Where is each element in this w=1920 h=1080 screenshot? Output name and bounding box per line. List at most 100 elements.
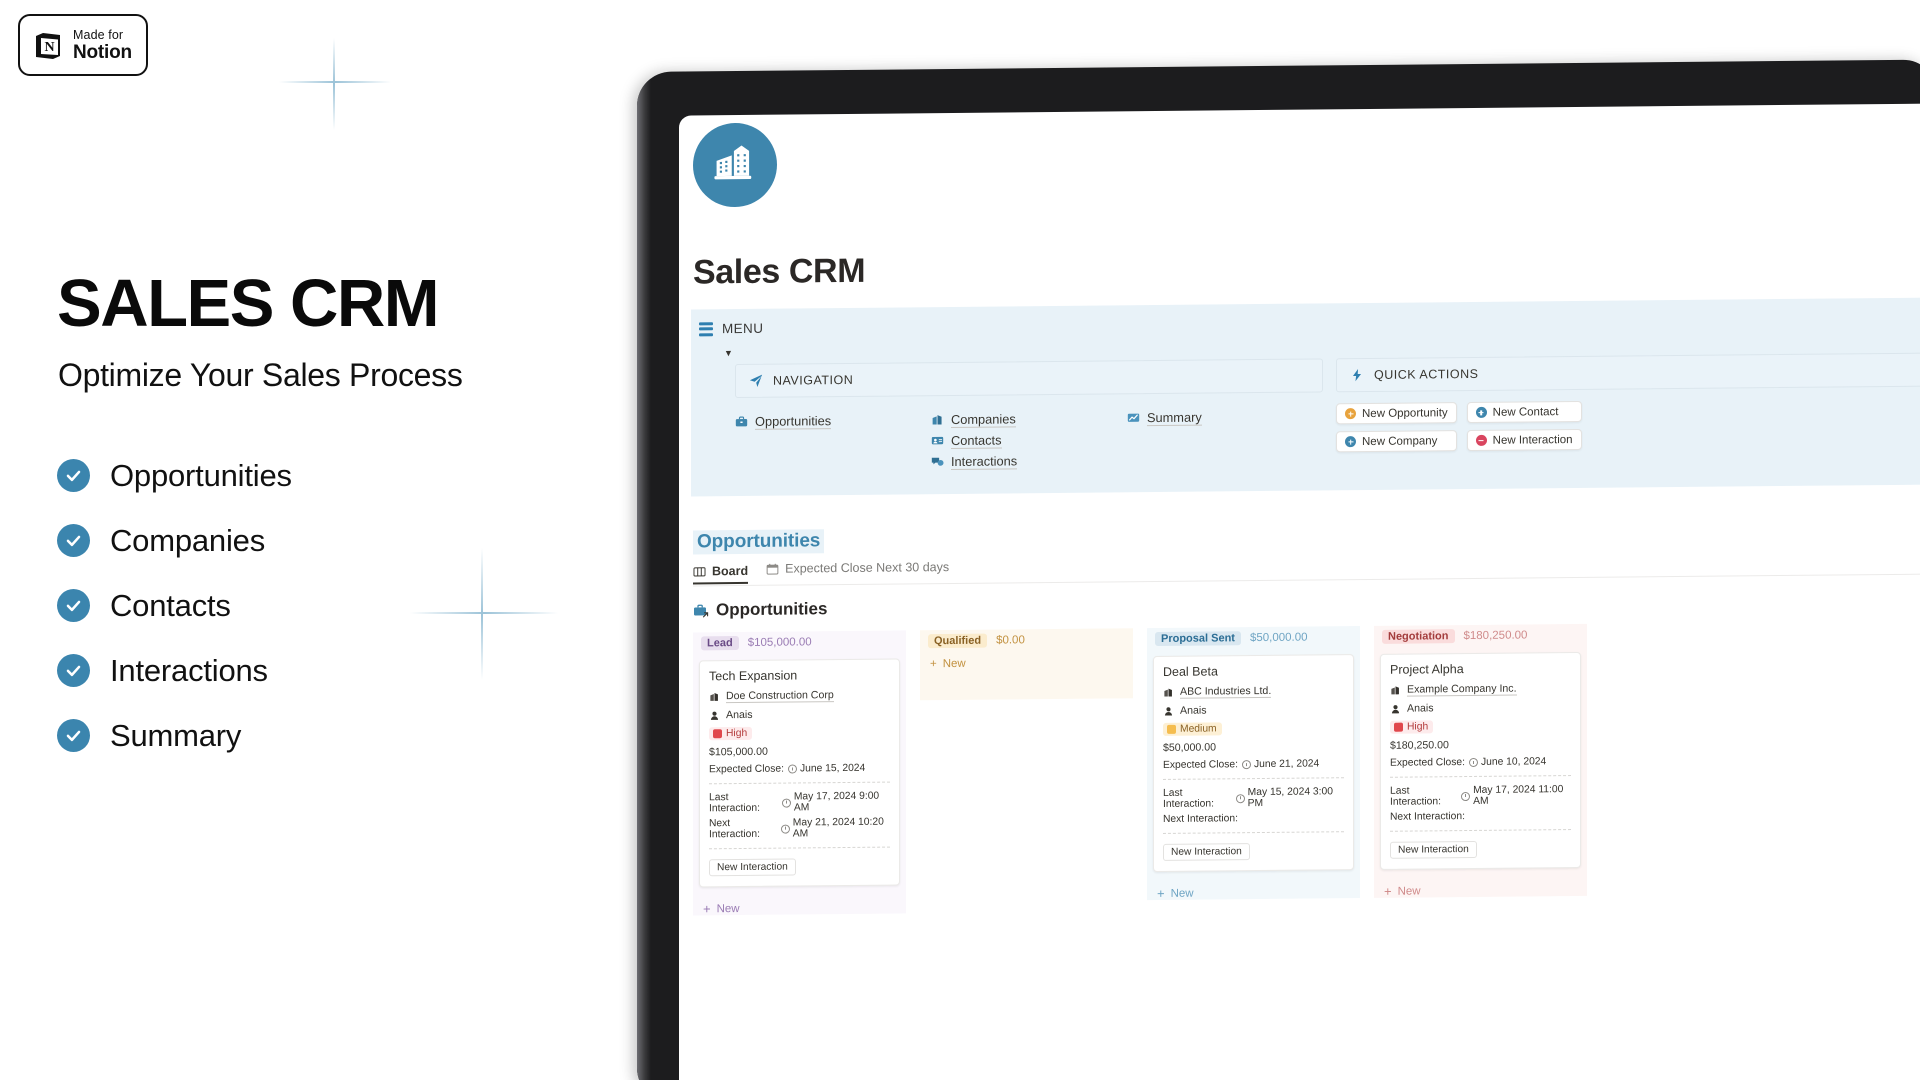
card-priority-row: Medium xyxy=(1163,721,1344,736)
clock-icon xyxy=(1468,757,1478,768)
paper-plane-icon xyxy=(749,374,763,388)
menu-callout-header: MENU xyxy=(691,310,1920,337)
card-company-row: Doe Construction Corp xyxy=(709,689,890,704)
add-card-label: New xyxy=(942,657,966,671)
new-company-button[interactable]: New Company xyxy=(1336,430,1457,453)
card-divider xyxy=(1163,831,1344,834)
office-building-icon xyxy=(932,415,942,425)
card-company: Example Company Inc. xyxy=(1407,682,1517,697)
tab-expected-close[interactable]: Expected Close Next 30 days xyxy=(766,560,949,580)
nav-group-1: Opportunities xyxy=(735,409,931,474)
nav-link-label: Contacts xyxy=(951,432,1002,449)
check-circle-icon xyxy=(57,589,90,622)
kanban-board: Lead $105,000.00 Tech Expansion Doe Cons… xyxy=(693,621,1920,916)
feature-label: Opportunities xyxy=(110,457,292,493)
card-divider xyxy=(709,846,890,850)
button-label: New Opportunity xyxy=(1362,406,1448,420)
field-value: May 21, 2024 10:20 AM xyxy=(792,816,884,840)
priority-badge: High xyxy=(709,726,753,741)
card-divider xyxy=(1163,777,1344,780)
office-building-icon xyxy=(710,692,718,701)
page-title: SALES CRM xyxy=(57,266,440,341)
column-body: Deal Beta ABC Industries Ltd. Anais Medi… xyxy=(1147,648,1360,880)
clock-icon xyxy=(780,824,790,834)
notion-page: Sales CRM MENU ▼ NAVIGATION Opportunitie… xyxy=(679,104,1920,916)
new-opportunity-button[interactable]: New Opportunity xyxy=(1336,402,1457,425)
field-label: Last Interaction: xyxy=(1163,787,1214,810)
add-card-button[interactable]: + New xyxy=(920,650,1133,700)
plus-icon: + xyxy=(703,901,711,917)
list-item: Contacts xyxy=(57,573,292,638)
kanban-card[interactable]: Project Alpha Example Company Inc. Anais xyxy=(1380,651,1581,870)
sidebar-item-companies[interactable]: Companies xyxy=(931,407,1127,430)
list-item: Companies xyxy=(57,508,292,573)
badge-made-for-label: Made for xyxy=(73,27,124,42)
notion-page-title: Sales CRM xyxy=(693,251,866,292)
feature-label: Summary xyxy=(110,717,242,753)
tab-board[interactable]: Board xyxy=(693,563,749,585)
navigation-links: Opportunities Companies Contacts Interac… xyxy=(735,392,1323,474)
sidebar-item-opportunities[interactable]: Opportunities xyxy=(735,409,931,432)
menu-callout: MENU ▼ NAVIGATION Opportunities Companie… xyxy=(691,297,1920,497)
new-contact-button[interactable]: New Contact xyxy=(1466,400,1582,424)
database-title: Opportunities xyxy=(693,589,1920,621)
add-card-button[interactable]: + New xyxy=(1374,876,1587,899)
plus-icon: + xyxy=(1157,885,1165,902)
lightning-bolt-icon xyxy=(1350,368,1364,382)
minus-circle-icon xyxy=(1475,434,1487,446)
check-circle-icon xyxy=(57,719,90,752)
card-divider xyxy=(1390,829,1571,832)
notion-cube-icon: N xyxy=(32,29,64,61)
made-for-notion-badge: N Made for Notion xyxy=(18,14,148,76)
card-next-interaction: Next Interaction: May 21, 2024 10:20 AM xyxy=(709,817,890,841)
quick-actions-column: QUICK ACTIONS New Opportunity New Compan… xyxy=(1336,352,1920,469)
kanban-card[interactable]: Deal Beta ABC Industries Ltd. Anais Medi… xyxy=(1153,654,1354,873)
priority-badge: Medium xyxy=(1163,722,1222,736)
field-value: May 17, 2024 9:00 AM xyxy=(793,790,880,814)
add-card-button[interactable]: + New xyxy=(693,893,906,917)
new-interaction-relation-button[interactable]: New Interaction xyxy=(1390,840,1477,859)
plus-circle-icon xyxy=(1345,436,1356,448)
button-label: New Company xyxy=(1362,434,1438,448)
card-owner-row: Anais xyxy=(709,708,890,722)
tab-label: Expected Close Next 30 days xyxy=(785,560,950,576)
status-badge: Proposal Sent xyxy=(1155,631,1241,647)
card-priority-row: High xyxy=(709,726,890,741)
field-value: May 15, 2024 3:00 PM xyxy=(1247,786,1333,810)
kanban-card[interactable]: Tech Expansion Doe Construction Corp Ana… xyxy=(699,658,900,888)
nav-link-label: Summary xyxy=(1147,409,1202,426)
new-interaction-relation-button[interactable]: New Interaction xyxy=(1163,843,1250,861)
check-circle-icon xyxy=(57,654,90,687)
buildings-icon xyxy=(693,122,777,208)
card-divider xyxy=(709,781,890,785)
new-interaction-button[interactable]: New Interaction xyxy=(1466,428,1582,452)
device-mockup: Sales CRM MENU ▼ NAVIGATION Opportunitie… xyxy=(637,59,1920,1080)
office-building-icon xyxy=(1164,688,1172,697)
column-body: Tech Expansion Doe Construction Corp Ana… xyxy=(693,652,906,895)
sidebar-item-contacts[interactable]: Contacts xyxy=(931,428,1127,451)
sidebar-item-interactions[interactable]: Interactions xyxy=(931,449,1127,472)
add-card-button[interactable]: + New xyxy=(1147,878,1360,902)
menu-label: MENU xyxy=(722,320,764,337)
priority-badge: High xyxy=(1390,720,1434,734)
column-sum: $0.00 xyxy=(996,634,1025,647)
card-last-interaction: Last Interaction: May 17, 2024 11:00 AM xyxy=(1390,784,1571,808)
priority-label: Medium xyxy=(1180,723,1217,735)
page-subtitle: Optimize Your Sales Process xyxy=(58,357,463,393)
field-label: Last Interaction: xyxy=(709,792,760,815)
status-badge: Negotiation xyxy=(1382,629,1455,644)
quick-actions-label: QUICK ACTIONS xyxy=(1374,366,1479,382)
field-value: May 17, 2024 11:00 AM xyxy=(1473,784,1564,807)
board-column-negotiation: Negotiation $180,250.00 Project Alpha Ex… xyxy=(1374,623,1587,909)
device-bezel xyxy=(637,71,651,1080)
card-expected-close: Expected Close: June 10, 2024 xyxy=(1390,756,1571,769)
priority-label: High xyxy=(1407,721,1429,733)
opportunities-section: Opportunities Board Expected Close Next … xyxy=(691,519,1920,916)
plus-circle-icon xyxy=(1345,408,1356,420)
card-company-row: ABC Industries Ltd. xyxy=(1163,684,1344,699)
new-interaction-relation-button[interactable]: New Interaction xyxy=(709,858,796,877)
card-next-interaction: Next Interaction: xyxy=(1390,810,1571,823)
sidebar-item-summary[interactable]: Summary xyxy=(1127,405,1323,428)
quick-actions-col-1: New Opportunity New Company xyxy=(1336,402,1457,453)
field-label: Expected Close: xyxy=(709,763,784,776)
